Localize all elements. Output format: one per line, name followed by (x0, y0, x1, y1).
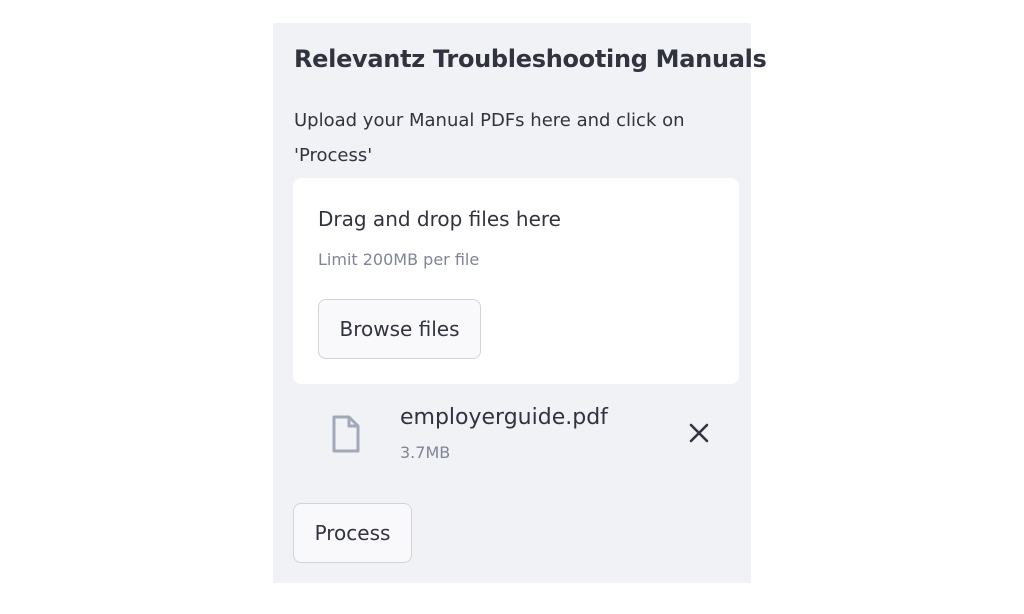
close-icon[interactable] (687, 421, 711, 445)
uploaded-file-item: employerguide.pdf 3.7MB (293, 401, 739, 477)
browse-files-button[interactable]: Browse files (318, 299, 481, 359)
dropzone-limit: Limit 200MB per file (318, 250, 480, 269)
file-dropzone[interactable]: Drag and drop files here Limit 200MB per… (293, 178, 739, 384)
upload-instructions: Upload your Manual PDFs here and click o… (294, 110, 685, 166)
file-icon (331, 415, 361, 453)
sidebar-title: Relevantz Troubleshooting Manuals (294, 45, 767, 73)
file-name: employerguide.pdf (400, 405, 608, 430)
file-size: 3.7MB (400, 443, 451, 462)
sidebar: Relevantz Troubleshooting Manuals Upload… (273, 23, 767, 583)
process-button[interactable]: Process (293, 503, 412, 563)
dropzone-label: Drag and drop files here (318, 207, 561, 231)
